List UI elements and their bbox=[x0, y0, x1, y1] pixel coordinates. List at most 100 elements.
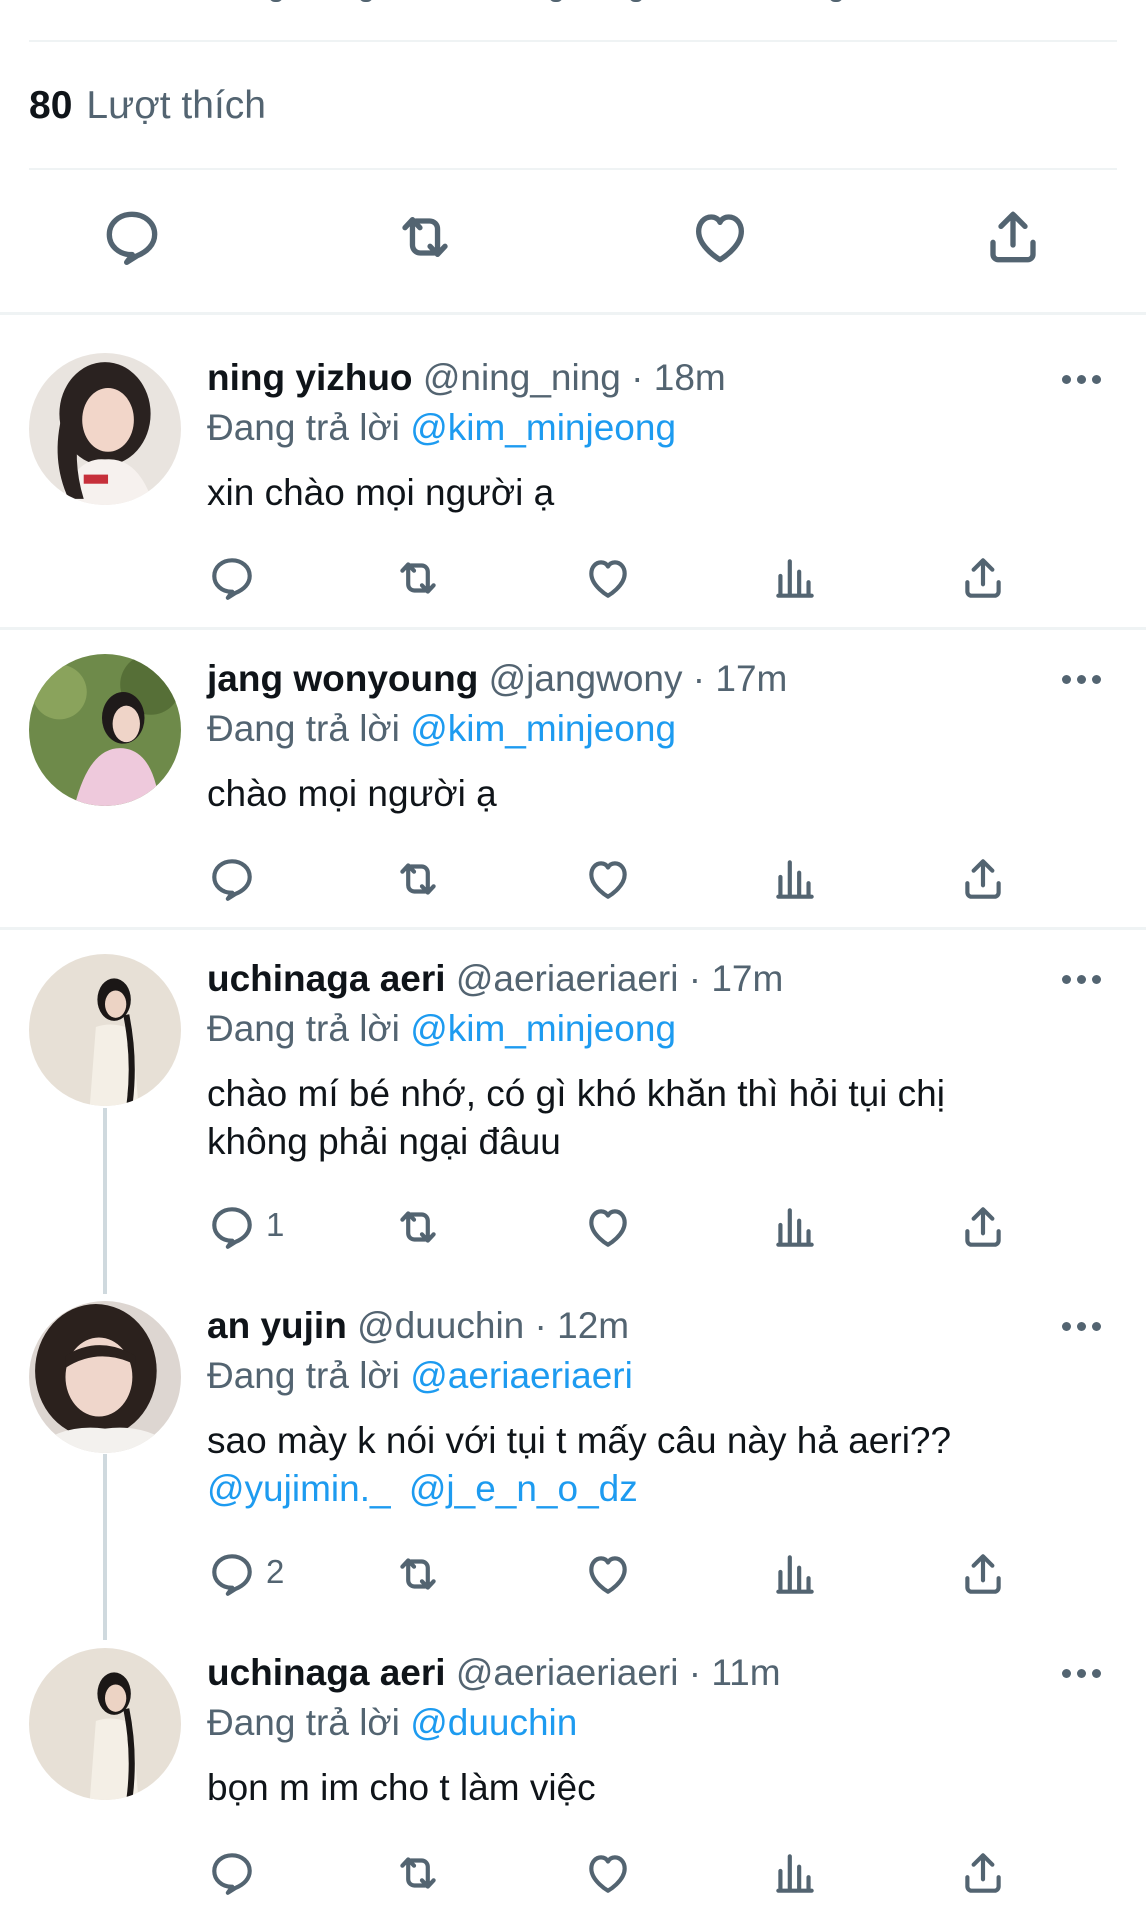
timestamp[interactable]: · 12m bbox=[535, 1305, 630, 1346]
share-icon[interactable] bbox=[958, 1848, 1008, 1898]
timestamp[interactable]: · 17m bbox=[693, 658, 788, 699]
handle[interactable]: @aeriaeriaeri bbox=[456, 1652, 679, 1693]
like-icon[interactable] bbox=[583, 1202, 633, 1252]
display-name[interactable]: an yujin bbox=[207, 1305, 347, 1346]
reply-icon[interactable] bbox=[100, 205, 164, 269]
reply-icon[interactable] bbox=[207, 1549, 257, 1599]
avatar[interactable] bbox=[29, 954, 181, 1106]
reply-count: 2 bbox=[266, 1553, 285, 1590]
reply-text-line: sao mày k nói với tụi t mấy câu này hả a… bbox=[207, 1420, 952, 1461]
avatar[interactable] bbox=[29, 353, 181, 505]
reply-tweet[interactable]: an yujin @duuchin · 12m Đang trả lời @ae… bbox=[0, 1293, 1146, 1640]
analytics-icon[interactable] bbox=[770, 1202, 820, 1252]
reply-action-bar bbox=[0, 854, 1146, 906]
tweet-action-bar bbox=[0, 205, 1146, 275]
mention-link[interactable]: @kim_minjeong bbox=[410, 708, 676, 749]
reply-icon[interactable] bbox=[207, 1848, 257, 1898]
replying-to: Đang trả lời @kim_minjeong bbox=[207, 707, 676, 751]
display-name[interactable]: uchinaga aeri bbox=[207, 1652, 446, 1693]
retweet-icon[interactable] bbox=[393, 1848, 443, 1898]
handle[interactable]: @aeriaeriaeri bbox=[456, 958, 679, 999]
reply-text: xin chào mọi người ạ bbox=[207, 472, 555, 513]
timestamp[interactable]: · 17m bbox=[689, 958, 784, 999]
reply-action-bar: 2 bbox=[0, 1549, 1146, 1601]
reply-text-line: chào mí bé nhớ, có gì khó khăn thì hỏi t… bbox=[207, 1073, 945, 1114]
retweet-icon[interactable] bbox=[393, 1549, 443, 1599]
analytics-icon[interactable] bbox=[770, 1549, 820, 1599]
mention-link[interactable]: @kim_minjeong bbox=[410, 1008, 676, 1049]
mention-link[interactable]: @duuchin bbox=[410, 1702, 577, 1743]
reply-tweet[interactable]: uchinaga aeri @aeriaeriaeri · 17m Đang t… bbox=[0, 930, 1146, 1293]
likes-count: 80 bbox=[29, 84, 73, 127]
retweet-icon[interactable] bbox=[393, 1202, 443, 1252]
replying-to: Đang trả lời @kim_minjeong bbox=[207, 1007, 676, 1051]
share-icon[interactable] bbox=[958, 1549, 1008, 1599]
like-icon[interactable] bbox=[583, 553, 633, 603]
timestamp[interactable]: · 18m bbox=[631, 357, 726, 398]
more-options-icon[interactable] bbox=[1062, 1322, 1102, 1334]
divider bbox=[29, 40, 1117, 42]
retweet-icon[interactable] bbox=[393, 205, 457, 269]
avatar[interactable] bbox=[29, 654, 181, 806]
like-icon[interactable] bbox=[583, 1848, 633, 1898]
reply-tweet[interactable]: jang wonyoung @jangwony · 17m Đang trả l… bbox=[0, 630, 1146, 927]
reply-icon[interactable] bbox=[207, 854, 257, 904]
share-icon[interactable] bbox=[981, 205, 1045, 269]
avatar[interactable] bbox=[29, 1301, 181, 1453]
likes-summary[interactable]: 80 Lượt thích bbox=[29, 84, 266, 128]
reply-action-bar: 1 bbox=[0, 1202, 1146, 1254]
analytics-icon[interactable] bbox=[770, 1848, 820, 1898]
more-options-icon[interactable] bbox=[1062, 1669, 1102, 1681]
replying-label: Đang trả lời bbox=[207, 407, 400, 448]
mention-link[interactable]: @j_e_n_o_dz bbox=[409, 1468, 638, 1509]
divider bbox=[29, 168, 1117, 170]
mention-link[interactable]: @aeriaeriaeri bbox=[410, 1355, 633, 1396]
display-name[interactable]: ning yizhuo bbox=[207, 357, 413, 398]
reply-icon[interactable] bbox=[207, 553, 257, 603]
analytics-icon[interactable] bbox=[770, 854, 820, 904]
display-name[interactable]: jang wonyoung bbox=[207, 658, 478, 699]
like-icon[interactable] bbox=[583, 1549, 633, 1599]
reply-tweet[interactable]: ning yizhuo @ning_ning · 18m Đang trả lờ… bbox=[0, 315, 1146, 627]
more-options-icon[interactable] bbox=[1062, 975, 1102, 987]
reply-header: jang wonyoung @jangwony · 17m bbox=[207, 657, 787, 701]
replying-to: Đang trả lời @duuchin bbox=[207, 1701, 577, 1745]
reply-text: sao mày k nói với tụi t mấy câu này hả a… bbox=[207, 1417, 1037, 1513]
share-icon[interactable] bbox=[958, 553, 1008, 603]
more-options-icon[interactable] bbox=[1062, 675, 1102, 687]
retweet-icon[interactable] bbox=[393, 854, 443, 904]
replying-to: Đang trả lời @kim_minjeong bbox=[207, 406, 676, 450]
replying-label: Đang trả lời bbox=[207, 1008, 400, 1049]
display-name[interactable]: uchinaga aeri bbox=[207, 958, 446, 999]
reply-action-bar bbox=[0, 1848, 1146, 1900]
likes-label: Lượt thích bbox=[86, 84, 266, 127]
reply-tweet[interactable]: uchinaga aeri @aeriaeriaeri · 11m Đang t… bbox=[0, 1640, 1146, 1920]
handle[interactable]: @jangwony bbox=[489, 658, 683, 699]
replying-label: Đang trả lời bbox=[207, 1702, 400, 1743]
mention-link[interactable]: @kim_minjeong bbox=[410, 407, 676, 448]
mention-link[interactable]: @yujimin._ bbox=[207, 1468, 391, 1509]
handle[interactable]: @duuchin bbox=[357, 1305, 524, 1346]
reply-header: uchinaga aeri @aeriaeriaeri · 17m bbox=[207, 957, 783, 1001]
more-options-icon[interactable] bbox=[1062, 375, 1102, 387]
retweet-icon[interactable] bbox=[393, 553, 443, 603]
reply-action-bar bbox=[0, 553, 1146, 605]
avatar[interactable] bbox=[29, 1648, 181, 1800]
replying-label: Đang trả lời bbox=[207, 708, 400, 749]
reply-text: chào mí bé nhớ, có gì khó khăn thì hỏi t… bbox=[207, 1070, 1037, 1166]
reply-header: an yujin @duuchin · 12m bbox=[207, 1304, 629, 1348]
reply-text-mentions: @yujimin._ @j_e_n_o_dz bbox=[207, 1465, 1037, 1513]
reply-icon[interactable] bbox=[207, 1202, 257, 1252]
timestamp[interactable]: · 11m bbox=[689, 1652, 781, 1693]
reply-text: chào mọi người ạ bbox=[207, 773, 497, 814]
analytics-icon[interactable] bbox=[770, 553, 820, 603]
clipped-tweet-text bbox=[29, 0, 1117, 4]
replying-label: Đang trả lời bbox=[207, 1355, 400, 1396]
handle[interactable]: @ning_ning bbox=[423, 357, 621, 398]
share-icon[interactable] bbox=[958, 1202, 1008, 1252]
share-icon[interactable] bbox=[958, 854, 1008, 904]
like-icon[interactable] bbox=[688, 205, 752, 269]
reply-count: 1 bbox=[266, 1206, 285, 1243]
like-icon[interactable] bbox=[583, 854, 633, 904]
reply-header: ning yizhuo @ning_ning · 18m bbox=[207, 356, 726, 400]
